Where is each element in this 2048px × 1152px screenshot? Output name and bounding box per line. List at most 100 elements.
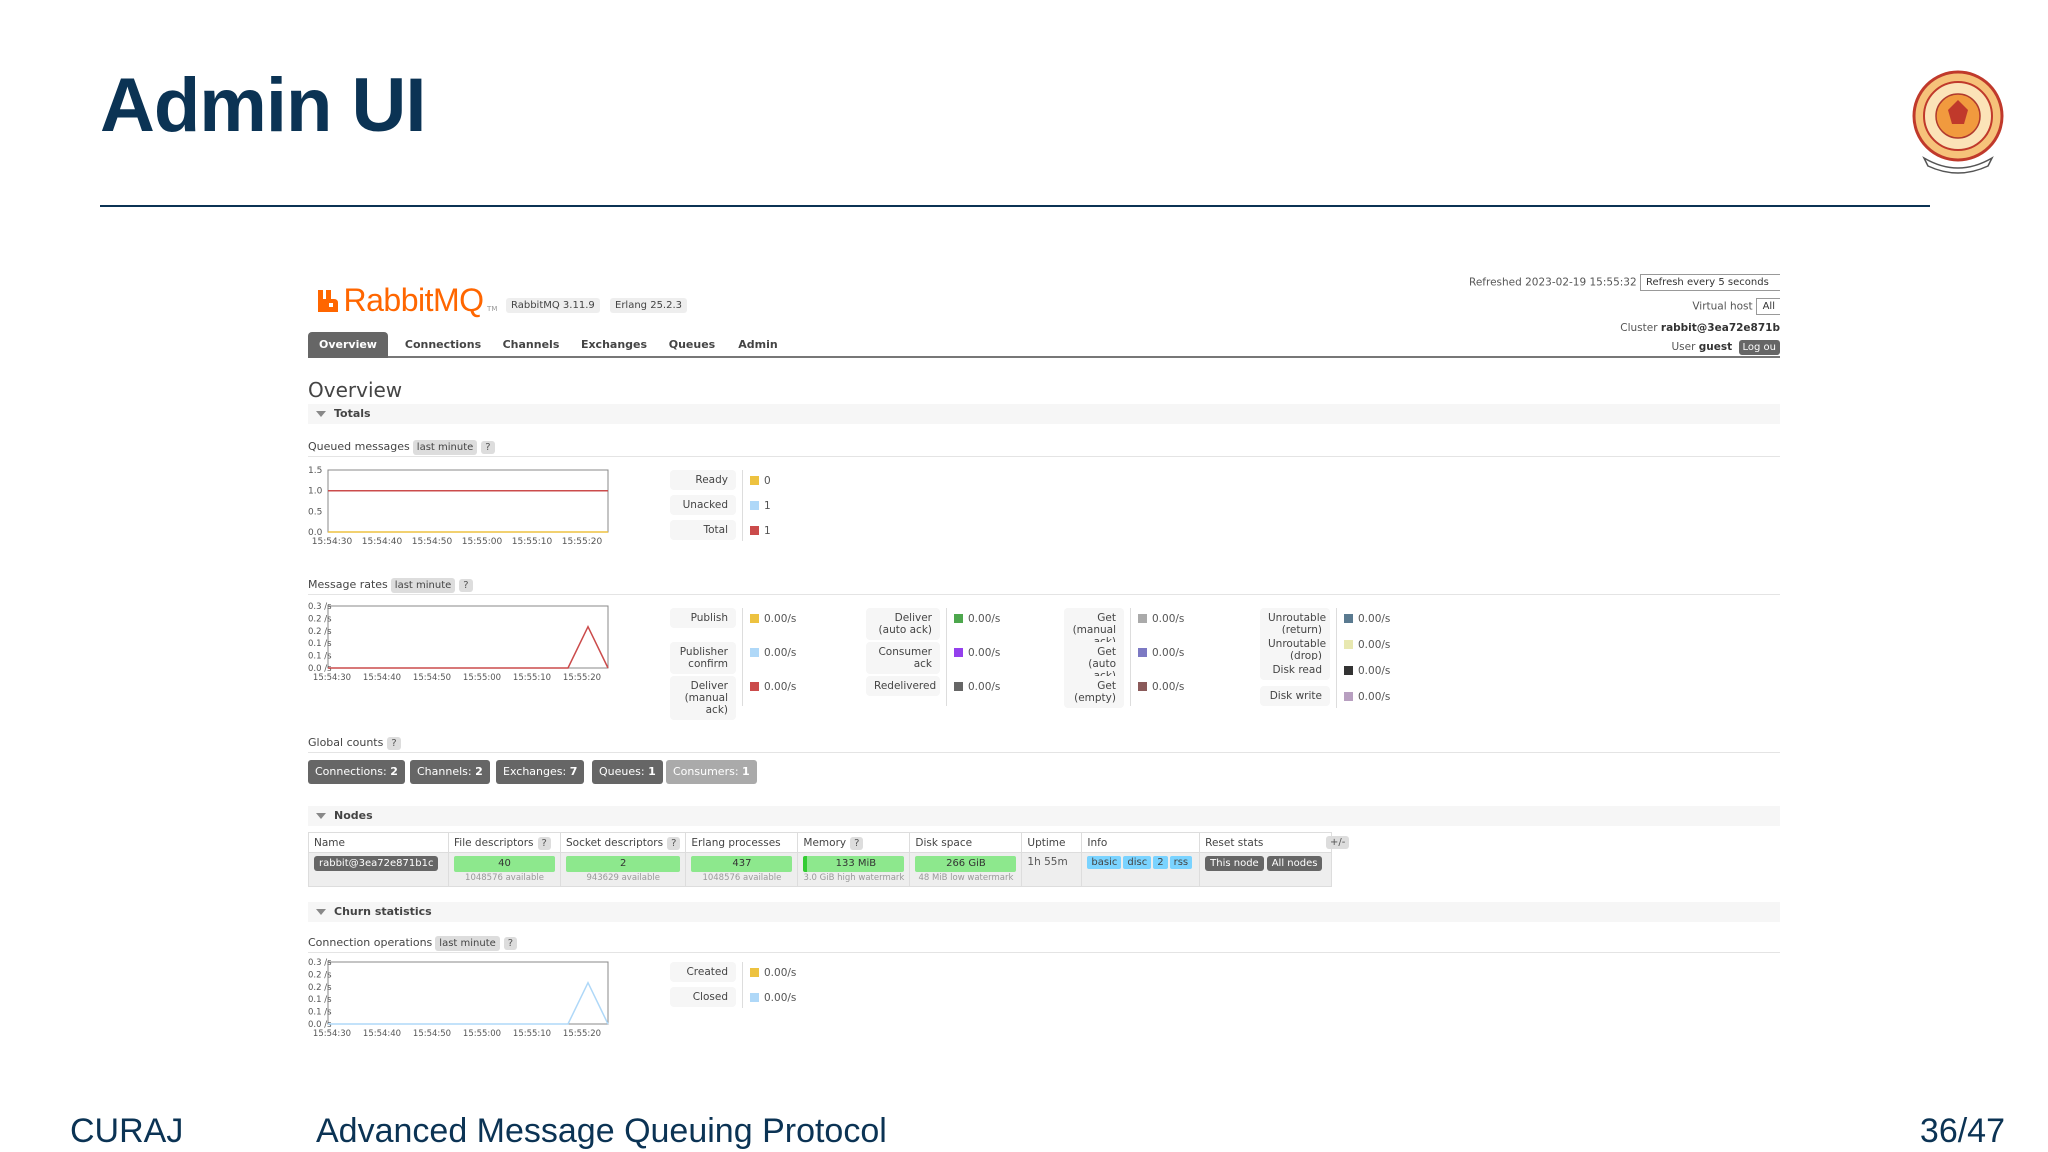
page-title: Overview	[308, 378, 403, 402]
legend-label: Closed	[670, 987, 736, 1007]
fd-cell: 40 1048576 available	[448, 852, 561, 887]
global-help-button[interactable]: ?	[387, 737, 401, 750]
queued-range-select[interactable]: last minute	[412, 440, 478, 455]
node-row: rabbit@3ea72e871b1c 40 1048576 available …	[308, 852, 1333, 887]
legend-color-swatch	[750, 476, 759, 485]
legend-color-swatch	[750, 501, 759, 510]
legend-value-text: 0.00/s	[968, 613, 1001, 625]
legend-value-text: 0.00/s	[1358, 613, 1391, 625]
legend-label: Publish	[670, 608, 736, 628]
global-counts-title: Global counts	[308, 736, 384, 749]
x-tick-label: 15:54:40	[363, 1029, 401, 1039]
rates-range-select[interactable]: last minute	[390, 578, 456, 593]
legend-color-swatch	[1344, 614, 1353, 623]
chart-plot-area	[327, 469, 609, 533]
virtual-host-select[interactable]: All	[1756, 298, 1780, 315]
x-tick-label: 15:54:40	[363, 673, 401, 683]
refresh-interval-select[interactable]: Refresh every 5 seconds	[1640, 274, 1780, 291]
churn-help-button[interactable]: ?	[503, 937, 518, 950]
totals-section-header[interactable]: Totals	[308, 404, 1780, 424]
message-rates-label: Message rates last minute?	[308, 578, 473, 593]
legend-value: 0.00/s	[1344, 613, 1390, 625]
legend-value: 1	[750, 525, 771, 537]
y-tick-label: 0.1 /s	[308, 652, 332, 662]
legend-value-text: 0.00/s	[764, 647, 797, 659]
toggle-columns-button[interactable]: +/-	[1326, 836, 1350, 849]
legend-label: Disk write	[1260, 686, 1330, 706]
x-tick-label: 15:55:10	[513, 1029, 551, 1039]
memory-help-button[interactable]: ?	[850, 836, 864, 850]
tab-queues[interactable]: Queues	[662, 332, 722, 358]
fd-help-button[interactable]: ?	[537, 836, 551, 850]
queues-count-button[interactable]: Queues: 1	[592, 760, 663, 784]
footer-topic: Advanced Message Queuing Protocol	[316, 1112, 887, 1150]
x-tick-label: 15:55:00	[462, 537, 503, 547]
connection-operations-chart: 0.0 /s0.1 /s0.1 /s0.2 /s0.2 /s0.3 /s15:5…	[308, 958, 628, 1048]
collapse-triangle-icon	[316, 411, 326, 417]
legend-label: Publisher confirm	[670, 642, 736, 674]
y-tick-label: 0.2 /s	[308, 614, 332, 624]
col-name: Name	[308, 832, 449, 853]
legend-separator	[742, 608, 743, 706]
main-nav-tabs: Overview Connections Channels Exchanges …	[308, 332, 1780, 358]
legend-value-text: 0.00/s	[1358, 639, 1391, 651]
totals-heading: Totals	[334, 407, 371, 420]
exchanges-count-button[interactable]: Exchanges: 7	[496, 760, 585, 784]
legend-color-swatch	[750, 993, 759, 1002]
trademark: TM	[487, 305, 498, 313]
nodes-table-header: Name File descriptors? Socket descriptor…	[308, 832, 1333, 853]
nodes-section-header[interactable]: Nodes	[308, 806, 1780, 826]
col-erlang-processes: Erlang processes	[685, 832, 799, 853]
tab-overview[interactable]: Overview	[308, 332, 388, 358]
tab-channels[interactable]: Channels	[496, 332, 566, 358]
university-seal-icon	[1912, 70, 2004, 174]
queued-help-button[interactable]: ?	[481, 441, 495, 454]
connections-count-button[interactable]: Connections: 2	[308, 760, 405, 784]
legend-value: 0.00/s	[954, 647, 1000, 659]
uptime-cell: 1h 55m	[1021, 852, 1083, 887]
legend-label: Deliver (manual ack)	[670, 676, 736, 720]
legend-value-text: 1	[764, 525, 771, 537]
churn-range-select[interactable]: last minute	[435, 936, 500, 951]
col-file-descriptors: File descriptors?	[448, 832, 561, 853]
y-tick-label: 0.3 /s	[308, 958, 332, 968]
legend-value-text: 0.00/s	[1152, 647, 1185, 659]
queues-count-value: 1	[648, 765, 656, 778]
col-file-descriptors-label: File descriptors	[454, 836, 534, 849]
reset-this-node-button[interactable]: This node	[1205, 856, 1264, 871]
info-tag-rss: rss	[1169, 856, 1193, 869]
brand-name: RabbitMQ	[343, 282, 485, 318]
rabbitmq-admin-screenshot: RabbitMQ TM RabbitMQ 3.11.9 Erlang 25.2.…	[308, 270, 1780, 1050]
tab-connections[interactable]: Connections	[398, 332, 488, 358]
refreshed-timestamp: Refreshed 2023-02-19 15:55:32	[1469, 276, 1637, 289]
consumers-count-button[interactable]: Consumers: 1	[666, 760, 757, 784]
sd-help-button[interactable]: ?	[667, 836, 681, 850]
legend-separator	[742, 962, 743, 1008]
legend-color-swatch	[954, 648, 963, 657]
legend-color-swatch	[1344, 640, 1353, 649]
rates-help-button[interactable]: ?	[459, 579, 473, 592]
connection-operations-label: Connection operations last minute?	[308, 936, 518, 951]
rabbit-icon	[318, 290, 338, 312]
x-tick-label: 15:55:10	[512, 537, 553, 547]
fd-bar: 40	[454, 856, 555, 872]
node-name-link[interactable]: rabbit@3ea72e871b1c	[314, 856, 439, 871]
legend-color-swatch	[954, 614, 963, 623]
channels-count-button[interactable]: Channels: 2	[410, 760, 490, 784]
legend-value: 0.00/s	[750, 613, 796, 625]
churn-section-header[interactable]: Churn statistics	[308, 902, 1780, 922]
title-divider	[100, 205, 1930, 207]
col-socket-descriptors-label: Socket descriptors	[566, 836, 664, 849]
tab-exchanges[interactable]: Exchanges	[574, 332, 654, 358]
disk-note: 48 MiB low watermark	[918, 873, 1014, 883]
col-uptime: Uptime	[1021, 832, 1083, 853]
rabbitmq-logo: RabbitMQ TM	[316, 282, 497, 319]
tab-admin[interactable]: Admin	[728, 332, 788, 358]
global-counts-label: Global counts?	[308, 736, 401, 750]
message-rates-title: Message rates	[308, 578, 388, 591]
x-tick-label: 15:55:10	[513, 673, 551, 683]
legend-label: Consumer ack	[866, 642, 940, 674]
channels-count-value: 2	[475, 765, 483, 778]
queues-count-label: Queues:	[599, 765, 645, 778]
reset-all-nodes-button[interactable]: All nodes	[1266, 856, 1323, 871]
